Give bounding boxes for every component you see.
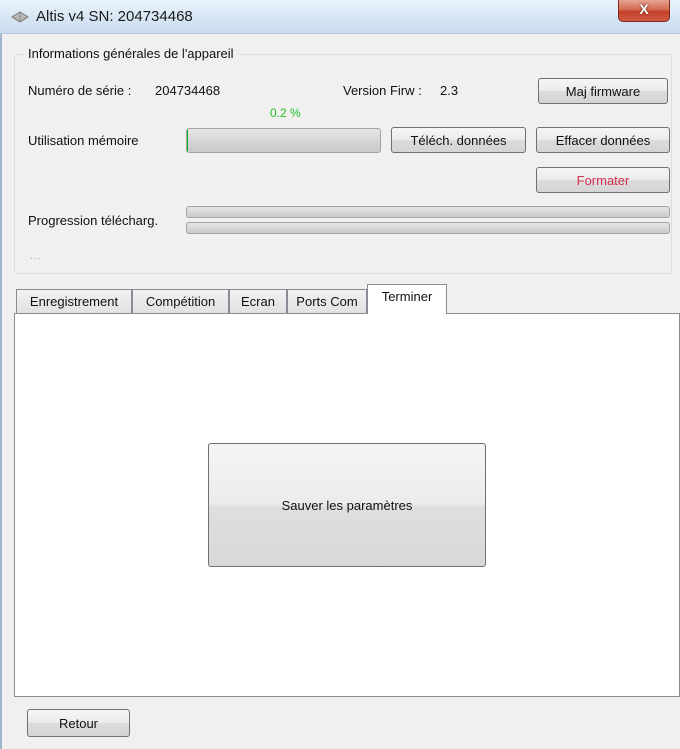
tab-ports-com[interactable]: Ports Com (287, 289, 367, 313)
window-border (0, 34, 2, 749)
tab-competition[interactable]: Compétition (132, 289, 229, 313)
save-settings-button[interactable]: Sauver les paramètres (208, 443, 486, 567)
erase-data-button[interactable]: Effacer données (536, 127, 670, 153)
altis-app-icon (11, 11, 29, 23)
main-window: Altis v4 SN: 204734468 X Informations gé… (0, 0, 680, 749)
download-data-button[interactable]: Téléch. données (391, 127, 526, 153)
back-button[interactable]: Retour (27, 709, 130, 737)
close-icon[interactable]: X (618, 0, 670, 22)
window-title: Altis v4 SN: 204734468 (36, 8, 193, 25)
firmware-version-value: 2.3 (440, 83, 459, 98)
title-bar[interactable]: Altis v4 SN: 204734468 X (0, 0, 680, 34)
status-text: ... (30, 251, 42, 262)
update-firmware-button[interactable]: Maj firmware (538, 78, 668, 104)
memory-usage-percent: 0.2 % (270, 106, 301, 120)
serial-number-value: 204734468 (155, 83, 221, 98)
tab-terminer[interactable]: Terminer (367, 284, 447, 314)
download-progress-bar-1 (186, 206, 670, 218)
serial-number-label: Numéro de série : (28, 83, 132, 98)
tab-enregistrement[interactable]: Enregistrement (16, 289, 132, 313)
tab-ecran[interactable]: Ecran (229, 289, 287, 313)
firmware-version-label: Version Firw : (343, 83, 422, 98)
download-progress-label: Progression télécharg. (28, 213, 159, 228)
format-button[interactable]: Formater (536, 167, 670, 193)
memory-usage-label: Utilisation mémoire (28, 133, 139, 148)
device-info-group-title: Informations générales de l'appareil (24, 46, 238, 61)
terminer-tab-panel: Sauver les paramètres (14, 313, 680, 697)
memory-usage-bar (186, 128, 381, 153)
download-progress-bar-2 (186, 222, 670, 234)
